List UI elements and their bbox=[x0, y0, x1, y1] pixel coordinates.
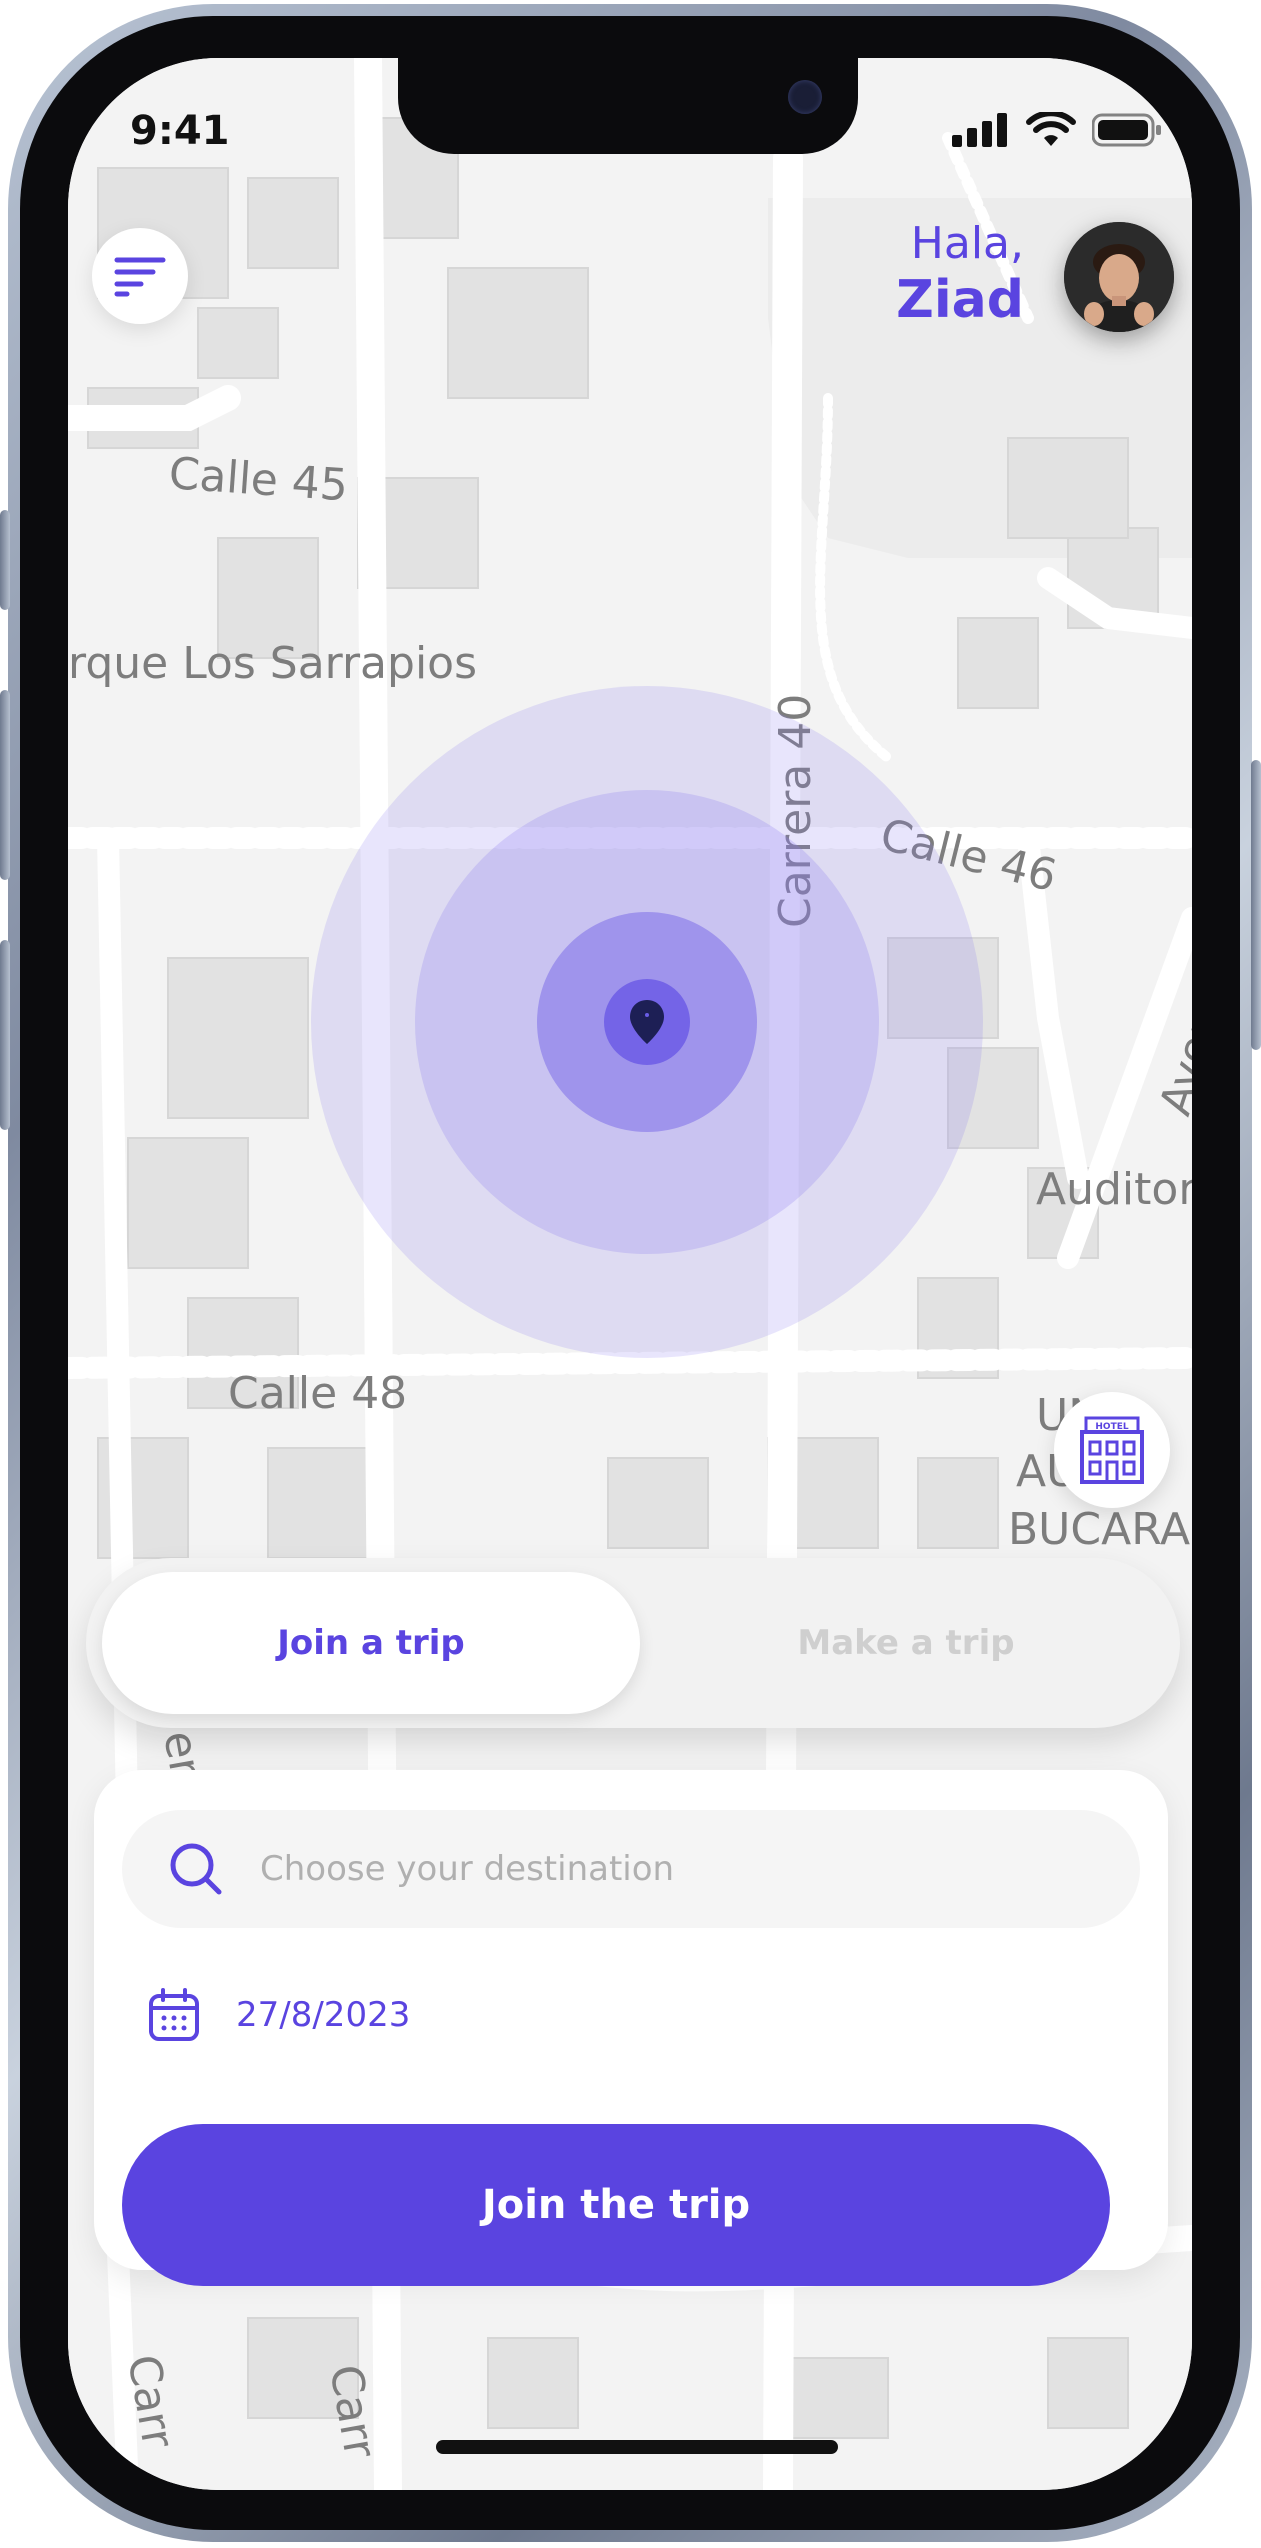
join-trip-button[interactable]: Join the trip bbox=[122, 2124, 1110, 2286]
wifi-icon bbox=[1026, 112, 1076, 146]
user-name: Ziad bbox=[896, 270, 1024, 330]
front-camera bbox=[788, 80, 822, 114]
phone-mockup: Calle 45 rque Los Sarrapios Carrera 40 C… bbox=[0, 0, 1261, 2548]
phone-side-button bbox=[0, 690, 10, 880]
app-screen: Calle 45 rque Los Sarrapios Carrera 40 C… bbox=[68, 58, 1192, 2490]
calendar-icon bbox=[149, 1988, 199, 2041]
current-location-marker[interactable] bbox=[604, 979, 690, 1065]
menu-button[interactable] bbox=[92, 228, 188, 324]
destination-search[interactable] bbox=[122, 1810, 1140, 1928]
date-picker[interactable]: 27/8/2023 bbox=[148, 1988, 410, 2042]
menu-icon bbox=[114, 257, 166, 297]
hotel-icon: HOTEL bbox=[1080, 1416, 1144, 1484]
map-label-calle-48: Calle 48 bbox=[228, 1368, 407, 1419]
avatar[interactable] bbox=[1064, 222, 1174, 332]
greeting: Hala, Ziad bbox=[896, 218, 1024, 330]
destination-input[interactable] bbox=[258, 1848, 1022, 1890]
map-label-bucara: BUCARA bbox=[1008, 1504, 1190, 1555]
selected-date: 27/8/2023 bbox=[236, 1995, 411, 2035]
battery-icon bbox=[1092, 113, 1161, 147]
tab-make-a-trip[interactable]: Make a trip bbox=[646, 1572, 1166, 1714]
status-time: 9:41 bbox=[130, 108, 230, 154]
phone-side-button bbox=[0, 510, 10, 610]
phone-side-button bbox=[0, 940, 10, 1130]
search-icon bbox=[170, 1843, 222, 1895]
location-pin-icon bbox=[630, 1000, 664, 1044]
map-label-auditorio: Auditor bbox=[1036, 1164, 1192, 1215]
device-notch bbox=[398, 58, 858, 154]
signal-icon bbox=[952, 113, 1007, 147]
hotel-badge-text: HOTEL bbox=[1095, 1422, 1128, 1432]
greeting-text: Hala, bbox=[910, 218, 1024, 269]
avatar-image bbox=[1064, 222, 1174, 332]
map-label-parque: rque Los Sarrapios bbox=[68, 638, 477, 689]
phone-side-button bbox=[1251, 760, 1261, 1050]
trip-form-card: 27/8/2023 Join the trip bbox=[94, 1770, 1168, 2286]
tab-join-a-trip[interactable]: Join a trip bbox=[102, 1572, 640, 1714]
home-indicator[interactable] bbox=[436, 2440, 838, 2454]
status-icons bbox=[952, 112, 1162, 148]
hotel-button[interactable]: HOTEL bbox=[1054, 1392, 1170, 1508]
trip-mode-toggle: Join a trip Make a trip bbox=[86, 1558, 1180, 1728]
